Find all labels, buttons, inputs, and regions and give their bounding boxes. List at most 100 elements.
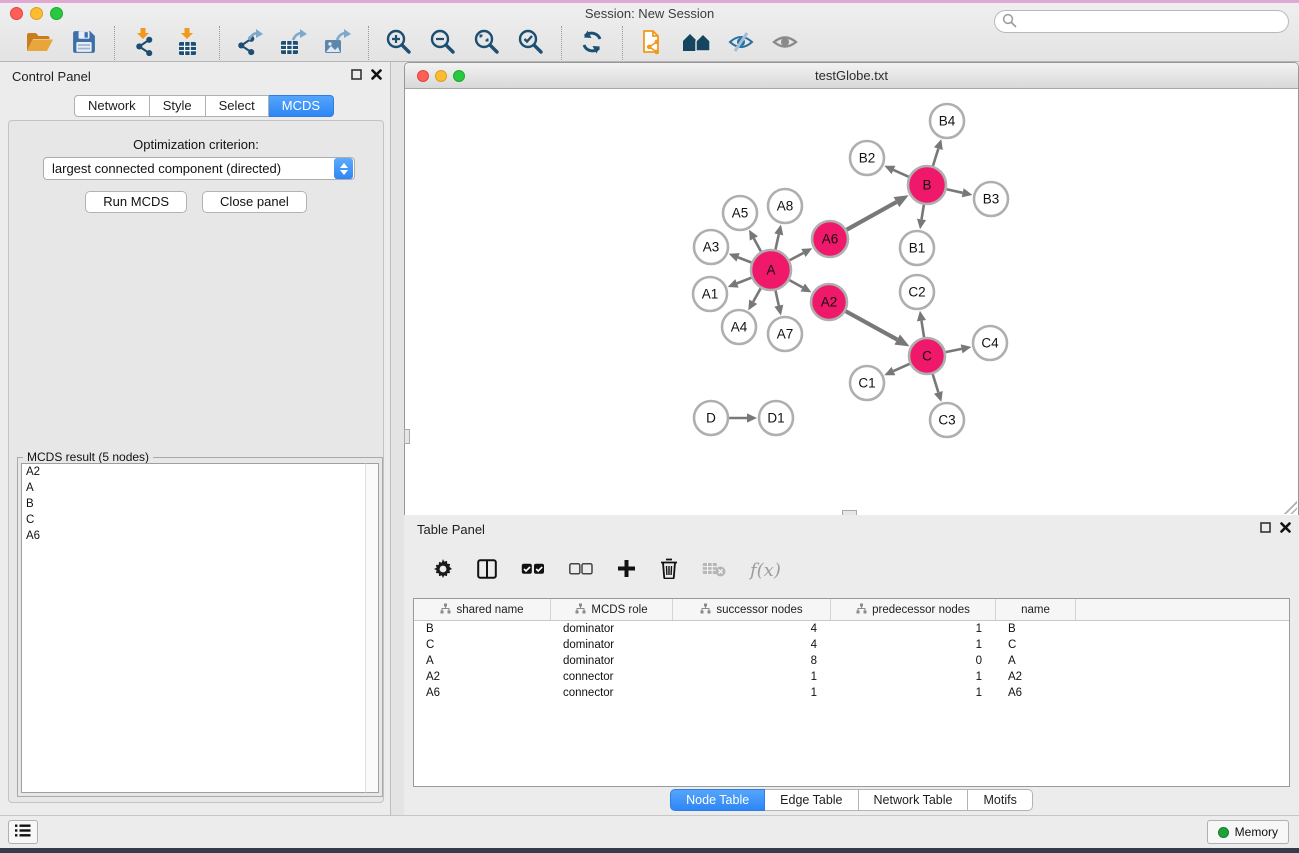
network-canvas[interactable]: B4B2BB3A5A8A6A3AA1B1C2A2A4A7CC4C1C3DD1 — [405, 89, 1298, 515]
mcds-result-item[interactable]: A2 — [22, 464, 365, 480]
tab-motifs[interactable]: Motifs — [968, 789, 1032, 811]
mcds-result-item[interactable]: A6 — [22, 528, 365, 544]
close-panel-button[interactable]: Close panel — [202, 191, 307, 213]
zoom-in-button[interactable] — [381, 27, 417, 59]
mcds-result-scrollbar[interactable] — [365, 463, 379, 793]
tab-select[interactable]: Select — [206, 95, 269, 117]
tab-network-table[interactable]: Network Table — [859, 789, 969, 811]
graph-edge-B-B3[interactable] — [947, 189, 963, 193]
tab-mcds[interactable]: MCDS — [269, 95, 334, 117]
graph-edge-C-C4[interactable] — [946, 349, 962, 352]
delete-column-button[interactable] — [660, 558, 678, 582]
memory-status-icon — [1218, 827, 1229, 838]
search-input[interactable] — [1017, 15, 1288, 29]
graph-edge-A-A8[interactable] — [775, 234, 778, 249]
tab-network[interactable]: Network — [74, 95, 150, 117]
graph-edge-A-A2[interactable] — [789, 280, 802, 287]
graph-edge-C-C2[interactable] — [921, 321, 924, 338]
export-table-button[interactable] — [276, 27, 312, 59]
close-panel-icon[interactable] — [371, 69, 382, 80]
graph-edge-B-B2[interactable] — [893, 170, 908, 177]
save-button[interactable] — [66, 27, 102, 59]
select-all-columns-button[interactable] — [521, 563, 545, 578]
workspace: Control Panel NetworkStyleSelectMCDS Opt… — [0, 62, 1299, 815]
tab-style[interactable]: Style — [150, 95, 206, 117]
mcds-result-list[interactable]: A2ABCA6 — [21, 463, 365, 793]
graph-edge-A-A3[interactable] — [738, 257, 751, 262]
network-close-button[interactable] — [417, 70, 429, 82]
column-header-predecessor-nodes[interactable]: predecessor nodes — [831, 599, 996, 620]
network-window-title: testGlobe.txt — [405, 63, 1298, 88]
close-panel-icon[interactable] — [1280, 522, 1291, 533]
graph-edge-A-A4[interactable] — [753, 288, 761, 301]
export-network-button[interactable] — [232, 27, 268, 59]
refresh-button[interactable] — [574, 27, 610, 59]
table-row[interactable]: Cdominator41C — [414, 637, 1289, 653]
show-eye-button[interactable] — [767, 27, 803, 59]
table-row[interactable]: A2connector11A2 — [414, 669, 1289, 685]
toolbar-separator — [114, 26, 115, 60]
graph-arrowhead — [917, 219, 926, 230]
column-header-shared-name[interactable]: shared name — [414, 599, 551, 620]
graph-edge-A-A7[interactable] — [775, 291, 778, 306]
graph-node-label: C2 — [908, 285, 925, 300]
network-zoom-button[interactable] — [453, 70, 465, 82]
import-network-button[interactable] — [127, 27, 163, 59]
table-row[interactable]: Adominator80A — [414, 653, 1289, 669]
gear-button[interactable] — [433, 559, 453, 582]
export-image-button[interactable] — [320, 27, 356, 59]
graph-edge-A2-C[interactable] — [846, 311, 898, 339]
optimization-criterion-dropdown[interactable]: largest connected component (directed) — [43, 157, 355, 180]
network-graph[interactable]: B4B2BB3A5A8A6A3AA1B1C2A2A4A7CC4C1C3DD1 — [405, 89, 1298, 515]
table-cell: connector — [551, 687, 673, 699]
split-panel-button[interactable] — [477, 559, 497, 582]
graph-edge-A-A6[interactable] — [790, 253, 804, 260]
mcds-result-item[interactable]: B — [22, 496, 365, 512]
node-table[interactable]: shared nameMCDS rolesuccessor nodesprede… — [413, 598, 1290, 787]
column-header-successor-nodes[interactable]: successor nodes — [673, 599, 831, 620]
table-cell: B — [996, 623, 1076, 635]
column-header-name[interactable]: name — [996, 599, 1076, 620]
mcds-result-item[interactable]: A — [22, 480, 365, 496]
run-mcds-button[interactable]: Run MCDS — [85, 191, 187, 213]
table-row[interactable]: A6connector11A6 — [414, 685, 1289, 701]
search-box[interactable] — [994, 10, 1289, 33]
delete-table-button[interactable] — [702, 561, 726, 580]
add-column-button[interactable] — [617, 559, 636, 581]
table-cell: A — [996, 655, 1076, 667]
open-folder-button[interactable] — [22, 27, 58, 59]
minimize-window-button[interactable] — [30, 7, 43, 20]
close-window-button[interactable] — [10, 7, 23, 20]
graph-edge-A-A5[interactable] — [754, 238, 761, 251]
tab-edge-table[interactable]: Edge Table — [765, 789, 858, 811]
graph-edge-A6-B[interactable] — [847, 202, 897, 230]
function-builder-button[interactable]: f(x) — [750, 560, 781, 581]
graph-edge-C-C3[interactable] — [933, 374, 939, 392]
column-header-MCDS-role[interactable]: MCDS role — [551, 599, 673, 620]
unselect-all-columns-button[interactable] — [569, 563, 593, 578]
tab-node-table[interactable]: Node Table — [670, 789, 765, 811]
network-minimize-button[interactable] — [435, 70, 447, 82]
task-history-button[interactable] — [8, 820, 38, 844]
zoom-selected-button[interactable] — [513, 27, 549, 59]
memory-button[interactable]: Memory — [1207, 820, 1289, 844]
network-window-titlebar[interactable]: testGlobe.txt — [405, 63, 1298, 89]
zoom-out-button[interactable] — [425, 27, 461, 59]
network-from-file-button[interactable] — [635, 27, 671, 59]
table-row[interactable]: Bdominator41B — [414, 621, 1289, 637]
graph-edge-A-A1[interactable] — [737, 278, 751, 284]
float-panel-icon[interactable] — [1260, 522, 1271, 533]
zoom-window-button[interactable] — [50, 7, 63, 20]
import-table-button[interactable] — [171, 27, 207, 59]
refresh-icon — [579, 29, 605, 58]
graph-edge-C-C1[interactable] — [893, 364, 909, 371]
float-panel-icon[interactable] — [351, 69, 362, 80]
first-neighbors-button[interactable] — [679, 27, 715, 59]
mcds-result-item[interactable]: C — [22, 512, 365, 528]
splitter-grip[interactable] — [404, 429, 410, 444]
zoom-fit-button[interactable] — [469, 27, 505, 59]
graph-edge-B-B1[interactable] — [922, 205, 924, 220]
graph-edge-B-B4[interactable] — [933, 149, 938, 166]
hide-eye-button[interactable] — [723, 27, 759, 59]
zoom-selected-icon — [517, 28, 545, 59]
